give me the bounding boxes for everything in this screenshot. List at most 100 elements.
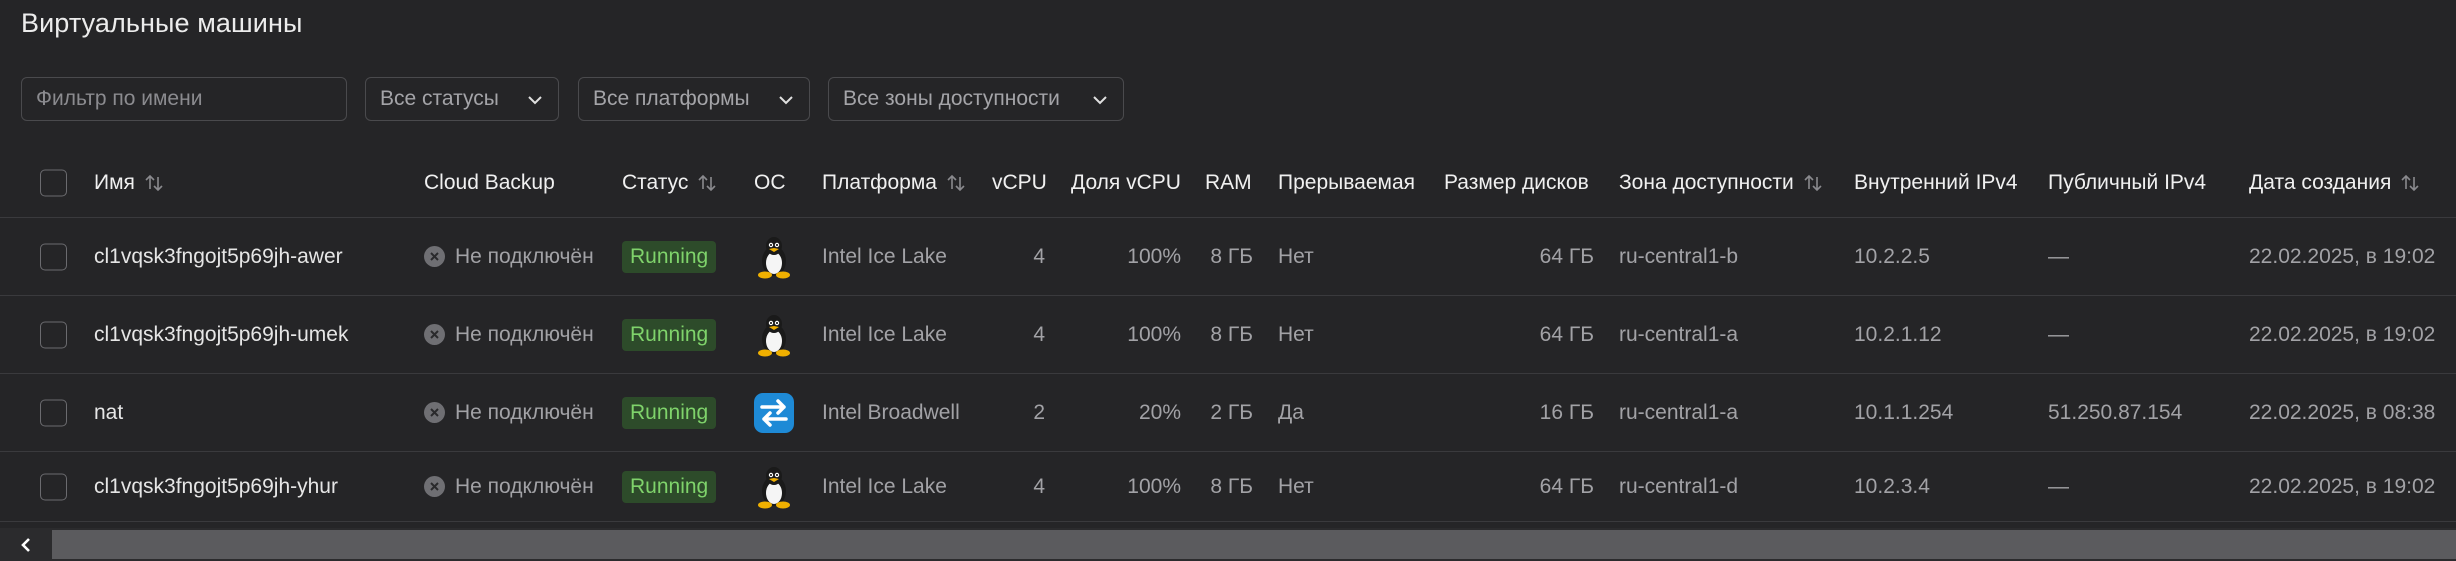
name-filter-input[interactable] <box>21 77 347 121</box>
os-cell <box>754 296 794 373</box>
status-cell: Running <box>622 374 717 451</box>
column-header-vcpu: vCPU <box>992 148 1047 217</box>
chevron-down-icon <box>1093 96 1107 105</box>
public-ip: 51.250.87.154 <box>2048 400 2183 424</box>
row-checkbox[interactable] <box>40 243 67 270</box>
ram: 2 ГБ <box>1210 400 1253 424</box>
platform-select[interactable]: Все платформы <box>578 77 810 121</box>
os-cell <box>754 452 794 521</box>
preemptible: Нет <box>1278 244 1314 268</box>
backup-status: Не подключён <box>424 218 594 295</box>
column-vcpu-label: vCPU <box>992 170 1047 194</box>
os-cell <box>754 218 794 295</box>
vm-name[interactable]: cl1vqsk3fngojt5p69jh-yhur <box>94 452 338 521</box>
backup-status-text: Не подключён <box>455 244 594 268</box>
created-date: 22.02.2025, в 19:02 <box>2249 244 2436 268</box>
column-header-backup: Cloud Backup <box>424 148 555 217</box>
backup-status: Не подключён <box>424 296 594 373</box>
column-header-public-ip: Публичный IPv4 <box>2048 148 2206 217</box>
linux-icon <box>758 314 790 356</box>
close-circle-icon <box>424 476 445 497</box>
public-ip: — <box>2048 474 2069 498</box>
internal-ip: 10.2.3.4 <box>1854 474 1930 498</box>
select-all-checkbox[interactable] <box>40 169 67 196</box>
vm-name[interactable]: nat <box>94 374 123 451</box>
column-header-status[interactable]: Статус <box>622 148 718 217</box>
sort-icon <box>947 174 965 191</box>
preemptible: Нет <box>1278 322 1314 346</box>
column-platform-label: Платформа <box>822 170 937 194</box>
os-cell <box>754 374 794 451</box>
internal-ip: 10.2.1.12 <box>1854 322 1942 346</box>
chevron-down-icon <box>779 96 793 105</box>
vcpu-share: 100% <box>1127 244 1181 268</box>
platform: Intel Ice Lake <box>822 474 947 498</box>
vcpu-share: 20% <box>1138 400 1181 424</box>
sort-icon <box>698 174 716 191</box>
created-date: 22.02.2025, в 08:38 <box>2249 400 2436 424</box>
column-preemptible-label: Прерываемая <box>1278 170 1415 194</box>
platform: Intel Ice Lake <box>822 244 947 268</box>
column-status-label: Статус <box>622 170 689 194</box>
vcpu: 4 <box>1033 474 1045 498</box>
zone: ru-central1-d <box>1619 474 1739 498</box>
column-backup-label: Cloud Backup <box>424 170 555 194</box>
internal-ip: 10.2.2.5 <box>1854 244 1930 268</box>
close-circle-icon <box>424 402 445 423</box>
status-badge: Running <box>622 470 717 503</box>
table-row[interactable]: cl1vqsk3fngojt5p69jh-awer Не подключён R… <box>0 218 2456 296</box>
column-name-label: Имя <box>94 170 135 194</box>
nat-instance-icon <box>754 392 794 433</box>
public-ip: — <box>2048 244 2069 268</box>
disk-size: 16 ГБ <box>1539 400 1594 424</box>
close-circle-icon <box>424 324 445 345</box>
close-circle-icon <box>424 246 445 267</box>
public-ip: — <box>2048 322 2069 346</box>
vcpu: 4 <box>1033 322 1045 346</box>
column-header-platform[interactable]: Платформа <box>822 148 967 217</box>
row-checkbox[interactable] <box>40 473 67 500</box>
status-cell: Running <box>622 296 717 373</box>
column-ram-label: RAM <box>1205 170 1252 194</box>
created-date: 22.02.2025, в 19:02 <box>2249 322 2436 346</box>
column-public-ip-label: Публичный IPv4 <box>2048 170 2207 194</box>
row-checkbox[interactable] <box>40 321 67 348</box>
backup-status-text: Не подключён <box>455 474 594 498</box>
scrollbar-thumb[interactable] <box>52 530 2456 559</box>
column-header-name[interactable]: Имя <box>94 148 165 217</box>
sort-icon <box>145 174 163 191</box>
disk-size: 64 ГБ <box>1539 244 1594 268</box>
table-row[interactable]: cl1vqsk3fngojt5p69jh-yhur Не подключён R… <box>0 452 2456 522</box>
vcpu: 4 <box>1033 244 1045 268</box>
zone: ru-central1-a <box>1619 322 1739 346</box>
ram: 8 ГБ <box>1210 474 1253 498</box>
row-checkbox[interactable] <box>40 399 67 426</box>
backup-status-text: Не подключён <box>455 400 594 424</box>
vm-name[interactable]: cl1vqsk3fngojt5p69jh-awer <box>94 218 343 295</box>
scroll-left-button[interactable] <box>0 528 52 561</box>
column-header-created[interactable]: Дата создания <box>2249 148 2421 217</box>
table-row[interactable]: cl1vqsk3fngojt5p69jh-umek Не подключён R… <box>0 296 2456 374</box>
linux-icon <box>758 466 790 508</box>
status-select[interactable]: Все статусы <box>365 77 559 121</box>
status-badge: Running <box>622 396 717 429</box>
status-select-value: Все статусы <box>380 87 499 110</box>
chevron-down-icon <box>528 96 542 105</box>
vm-name[interactable]: cl1vqsk3fngojt5p69jh-umek <box>94 296 348 373</box>
table-header: Имя Cloud Backup Статус ОС Платформа vCP… <box>0 148 2456 218</box>
vcpu-share: 100% <box>1127 322 1181 346</box>
status-cell: Running <box>622 452 717 521</box>
disk-size: 64 ГБ <box>1539 474 1594 498</box>
status-badge: Running <box>622 318 717 351</box>
table-row[interactable]: nat Не подключён Running Intel Broadwell… <box>0 374 2456 452</box>
zone: ru-central1-a <box>1619 400 1739 424</box>
created-date: 22.02.2025, в 19:02 <box>2249 474 2436 498</box>
sort-icon <box>1804 174 1822 191</box>
status-cell: Running <box>622 218 717 295</box>
platform-select-value: Все платформы <box>593 87 750 110</box>
backup-status: Не подключён <box>424 452 594 521</box>
zone-select[interactable]: Все зоны доступности <box>828 77 1124 121</box>
column-vcpu-share-label: Доля vCPU <box>1071 170 1181 194</box>
horizontal-scrollbar[interactable] <box>0 528 2456 561</box>
column-header-zone[interactable]: Зона доступности <box>1619 148 1824 217</box>
